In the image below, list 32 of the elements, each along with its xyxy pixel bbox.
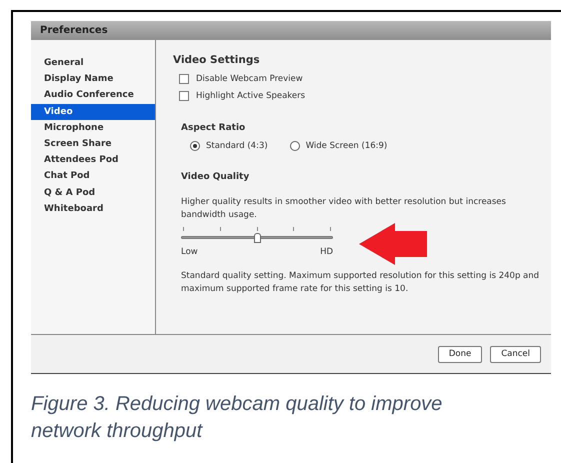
window-title: Preferences — [31, 21, 551, 40]
checkbox-label: Highlight Active Speakers — [196, 90, 306, 102]
sidebar-item[interactable]: Chat Pod — [31, 168, 155, 184]
section-heading: Video Settings — [173, 53, 261, 68]
sidebar-item[interactable]: Attendees Pod — [31, 152, 155, 168]
pointer-arrow — [359, 223, 427, 265]
radio-label: Standard (4:3) — [206, 140, 268, 152]
sidebar-item[interactable]: Video — [31, 104, 155, 120]
section-heading: Aspect Ratio — [181, 122, 246, 136]
checkbox-label: Disable Webcam Preview — [196, 72, 303, 86]
description-text: Higher quality results in smoother video with better resolution but increases bandwidth usage. — [181, 196, 507, 221]
cancel-button[interactable]: Cancel — [490, 346, 541, 362]
sidebar-item[interactable]: Q & A Pod — [31, 184, 155, 201]
slider-min-label: Low — [181, 246, 198, 259]
figure-caption: Figure 3. Reducing webcam quality to improve network throughput — [31, 392, 444, 444]
quality-slider[interactable] — [181, 233, 333, 243]
sidebar-item[interactable]: Microphone — [31, 120, 155, 136]
radio-label: Wide Screen (16:9) — [306, 140, 388, 152]
radio-button[interactable] — [190, 141, 200, 152]
sidebar-item[interactable]: Audio Conference — [31, 87, 155, 104]
done-button[interactable]: Done — [438, 346, 482, 362]
checkbox[interactable] — [179, 74, 189, 84]
sidebar-item[interactable]: Whiteboard — [31, 200, 155, 217]
sidebar-item[interactable]: Screen Share — [31, 136, 155, 152]
section-heading: Video Quality — [181, 170, 250, 184]
sidebar-item[interactable]: Display Name — [31, 71, 155, 88]
checkbox[interactable] — [179, 90, 189, 101]
slider-max-label: HD — [320, 246, 333, 259]
slider-thumb[interactable] — [254, 233, 261, 243]
radio-button[interactable] — [290, 141, 300, 152]
quality-note: Standard quality setting. Maximum supported resolution for this setting is 240p and maximum supported frame rate for this setting is 10. — [181, 270, 540, 295]
sidebar-item[interactable]: General — [31, 55, 155, 72]
